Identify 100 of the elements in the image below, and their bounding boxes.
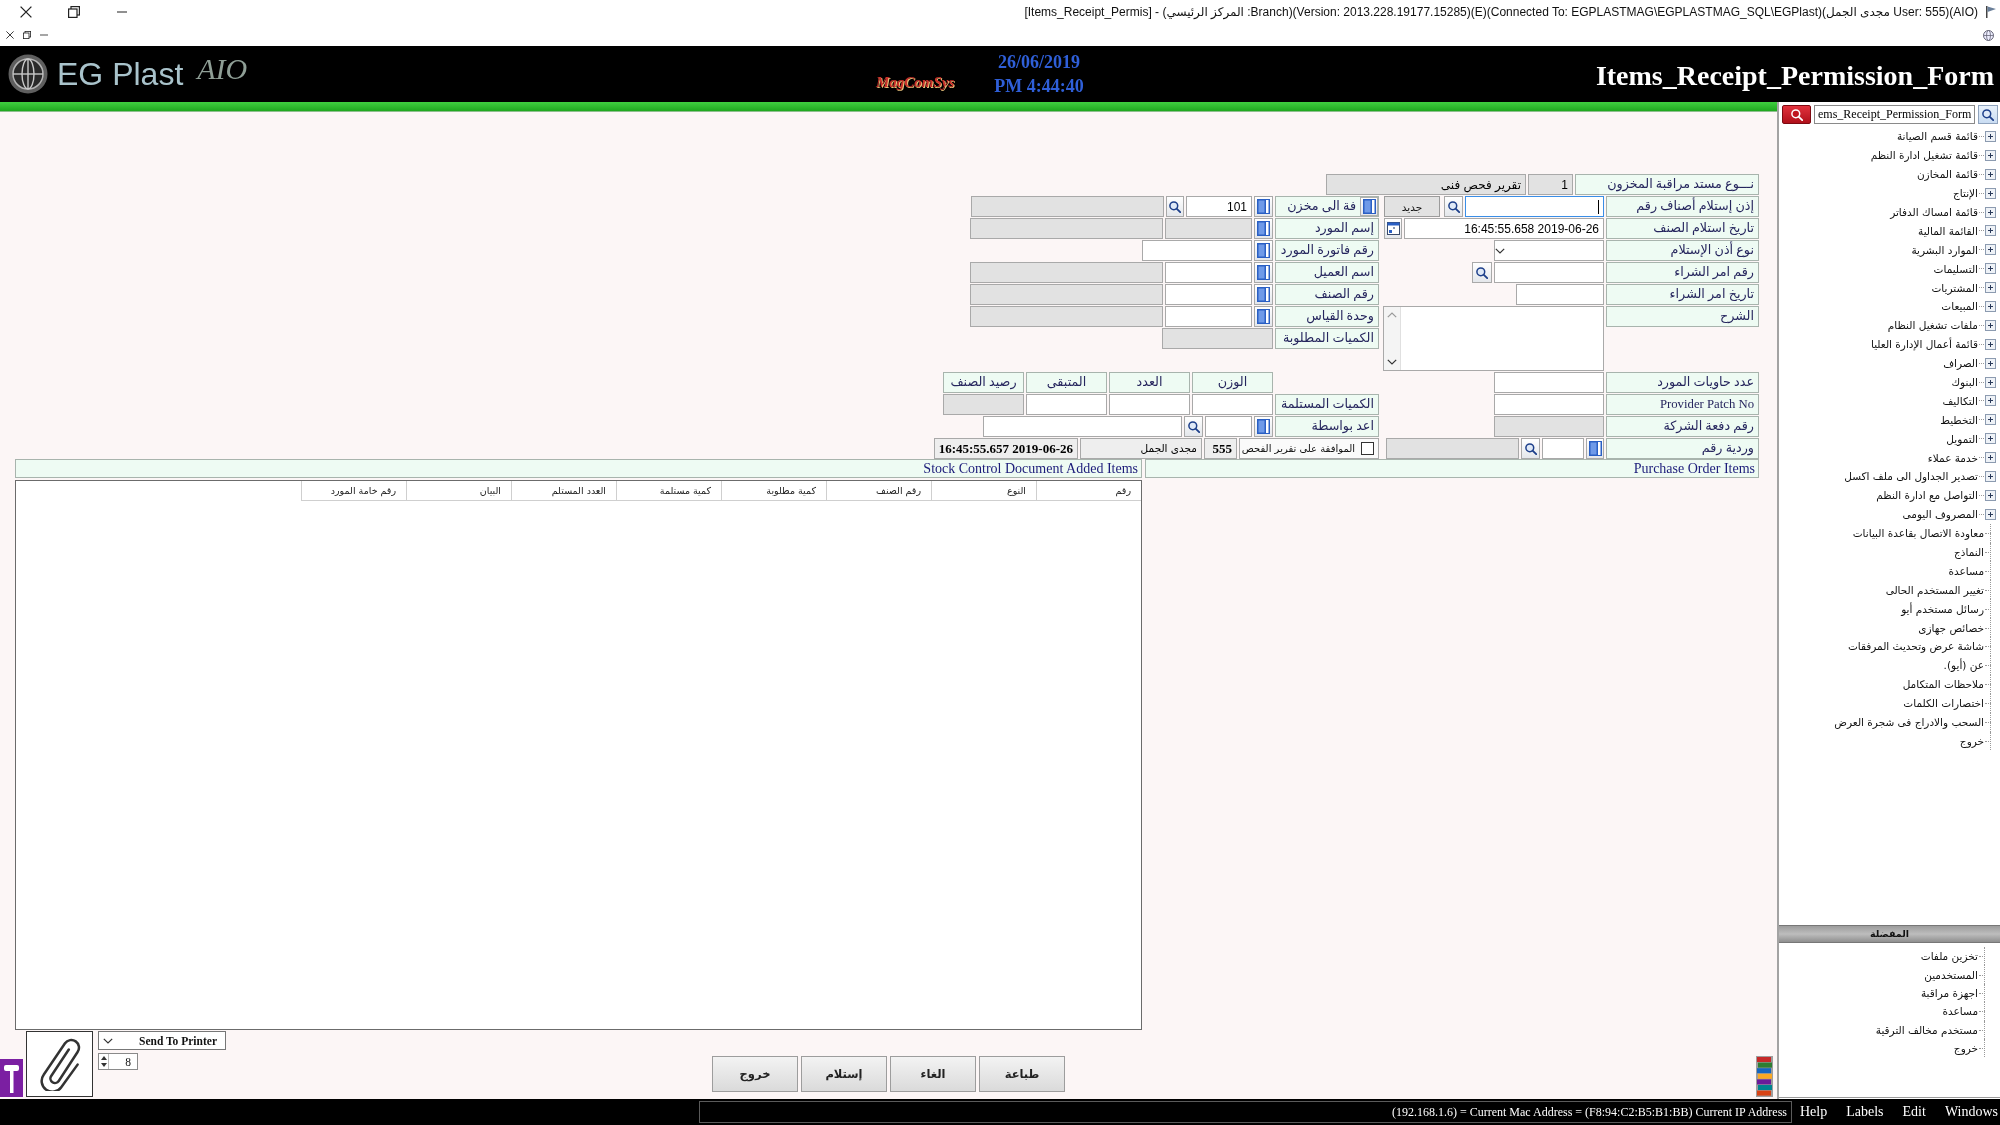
text-field[interactable]: 16:45:55.658 2019-06-26 xyxy=(1404,218,1604,239)
plus-box-icon[interactable] xyxy=(1985,433,1996,445)
paint-roller-icon[interactable] xyxy=(0,1059,23,1097)
tree-item[interactable]: النماذج xyxy=(1954,546,1984,559)
favorite-item[interactable]: اجهزة مراقبة xyxy=(1920,986,1978,999)
up-arrow-icon[interactable] xyxy=(100,1055,107,1060)
minimize-icon[interactable] xyxy=(116,11,128,13)
action-button[interactable]: الغاء xyxy=(890,1056,976,1092)
plus-box-icon[interactable] xyxy=(1985,470,1996,482)
tree-item[interactable]: معاودة الاتصال بقاعدة البيانات xyxy=(1852,527,1984,540)
lookup-button[interactable] xyxy=(1360,197,1378,216)
tree-item[interactable]: ملاحظات المتكامل xyxy=(1902,678,1984,691)
text-field[interactable] xyxy=(1109,394,1190,415)
tree-item[interactable]: رسائل مستخدم أيو xyxy=(1901,602,1984,615)
plus-box-icon[interactable] xyxy=(1985,130,1996,142)
dropdown-field[interactable] xyxy=(1494,240,1604,261)
text-field[interactable] xyxy=(1542,438,1584,459)
tree-item[interactable]: قائمة قسم الصيانة xyxy=(1896,130,1978,143)
lookup-button[interactable] xyxy=(1254,218,1273,239)
tree-item[interactable]: المشتريات xyxy=(1931,281,1978,294)
search-field[interactable]: ems_Receipt_Permission_Form xyxy=(1814,105,1976,124)
tree-item[interactable]: السحب والادراج فى شجرة العرض xyxy=(1834,716,1984,729)
lookup-button[interactable] xyxy=(1254,416,1273,437)
tree-item[interactable]: اختصارات الكلمات xyxy=(1903,697,1984,710)
printer-dropdown[interactable]: Send To Printer xyxy=(98,1031,226,1050)
search-button[interactable] xyxy=(1184,416,1203,437)
lookup-button[interactable] xyxy=(1254,196,1273,217)
plus-box-icon[interactable] xyxy=(1985,225,1996,237)
action-button[interactable]: خروج xyxy=(712,1056,798,1092)
plus-box-icon[interactable] xyxy=(1985,338,1996,350)
calendar-button[interactable] xyxy=(1384,218,1402,239)
checkbox[interactable] xyxy=(1361,442,1374,455)
tree-item[interactable]: قائمة المخازن xyxy=(1916,168,1978,181)
search-button[interactable] xyxy=(1521,438,1540,459)
tree-item[interactable]: ملفات تشغيل النظام xyxy=(1887,319,1978,332)
tree-item[interactable]: القائمة المالية xyxy=(1918,224,1978,237)
text-field[interactable] xyxy=(1494,262,1604,283)
restore-icon[interactable] xyxy=(23,31,31,39)
plus-box-icon[interactable] xyxy=(1985,489,1996,501)
plus-box-icon[interactable] xyxy=(1985,187,1996,199)
search-button[interactable] xyxy=(1444,196,1463,217)
tree-item[interactable]: التخطيط xyxy=(1940,413,1978,426)
plus-box-icon[interactable] xyxy=(1985,357,1996,369)
favorite-item[interactable]: المستخدمين xyxy=(1924,968,1978,981)
attach-button[interactable] xyxy=(26,1031,93,1097)
tree-item[interactable]: الصراف xyxy=(1943,357,1978,370)
lookup-button[interactable] xyxy=(1254,284,1273,305)
text-field[interactable] xyxy=(1465,196,1604,217)
plus-box-icon[interactable] xyxy=(1985,168,1996,180)
text-field[interactable] xyxy=(1205,416,1252,437)
tree-item[interactable]: البنوك xyxy=(1951,376,1978,388)
lookup-button[interactable] xyxy=(1254,306,1273,327)
text-field[interactable] xyxy=(1026,394,1107,415)
plus-box-icon[interactable] xyxy=(1985,282,1996,294)
search-button[interactable] xyxy=(1472,262,1492,283)
tree-item[interactable]: المصروف اليومى xyxy=(1902,508,1978,521)
tree-item[interactable]: التسليمات xyxy=(1933,262,1978,275)
text-field[interactable] xyxy=(1494,394,1604,415)
lookup-button[interactable] xyxy=(1586,438,1604,459)
plus-box-icon[interactable] xyxy=(1985,244,1996,256)
action-button[interactable]: طباعة xyxy=(979,1056,1065,1092)
tree-item[interactable]: التمويل xyxy=(1946,432,1978,445)
text-field[interactable] xyxy=(1516,284,1604,305)
search-button[interactable] xyxy=(1978,105,1999,124)
favorite-item[interactable]: مساعدة xyxy=(1942,1005,1978,1018)
copies-spinner[interactable]: 8 xyxy=(98,1053,138,1070)
tree-item[interactable]: عن (أيو). xyxy=(1943,659,1984,672)
tree-item[interactable]: الموارد البشرية xyxy=(1911,243,1978,256)
plus-box-icon[interactable] xyxy=(1985,395,1996,407)
plus-box-icon[interactable] xyxy=(1985,263,1996,275)
favorite-item[interactable]: مستخدم مخالف الترقية xyxy=(1875,1023,1978,1036)
tree-item[interactable]: التكاليف xyxy=(1942,394,1978,407)
menu-item[interactable]: Labels xyxy=(1846,1104,1884,1120)
plus-box-icon[interactable] xyxy=(1985,300,1996,312)
text-field[interactable]: 101 xyxy=(1186,196,1252,217)
text-field[interactable] xyxy=(1165,262,1252,283)
close-icon[interactable] xyxy=(20,6,32,18)
menu-item[interactable]: Edit xyxy=(1902,1104,1926,1120)
favorite-item[interactable]: خروج xyxy=(1953,1042,1978,1055)
scrollbar[interactable] xyxy=(1384,307,1401,370)
books-icon[interactable] xyxy=(1756,1056,1773,1097)
tree-item[interactable]: خصائص جهازى xyxy=(1918,621,1984,634)
text-field[interactable] xyxy=(983,416,1182,437)
tree-item[interactable]: قائمة امساك الدفاتر xyxy=(1890,206,1978,218)
plus-box-icon[interactable] xyxy=(1985,508,1996,520)
text-field[interactable] xyxy=(1142,240,1252,261)
tree-item[interactable]: خروج xyxy=(1959,734,1984,747)
action-button[interactable]: إستلام xyxy=(801,1056,887,1092)
tree-item[interactable]: قائمة تشغيل ادارة النظم xyxy=(1870,149,1978,162)
tree-item[interactable]: المبيعات xyxy=(1941,300,1978,313)
plus-box-icon[interactable] xyxy=(1985,149,1996,161)
plus-box-icon[interactable] xyxy=(1985,452,1996,464)
search-button[interactable] xyxy=(1782,105,1811,124)
tree-item[interactable]: مساعدة xyxy=(1948,564,1984,577)
tree-item[interactable]: الإنتاج xyxy=(1953,187,1978,200)
plus-box-icon[interactable] xyxy=(1985,319,1996,331)
tree-item[interactable]: خدمة عملاء xyxy=(1927,451,1978,464)
tree-item[interactable]: تصدير الجداول الى ملف اكسل xyxy=(1844,470,1978,483)
plus-box-icon[interactable] xyxy=(1985,414,1996,426)
close-icon[interactable] xyxy=(6,31,14,39)
